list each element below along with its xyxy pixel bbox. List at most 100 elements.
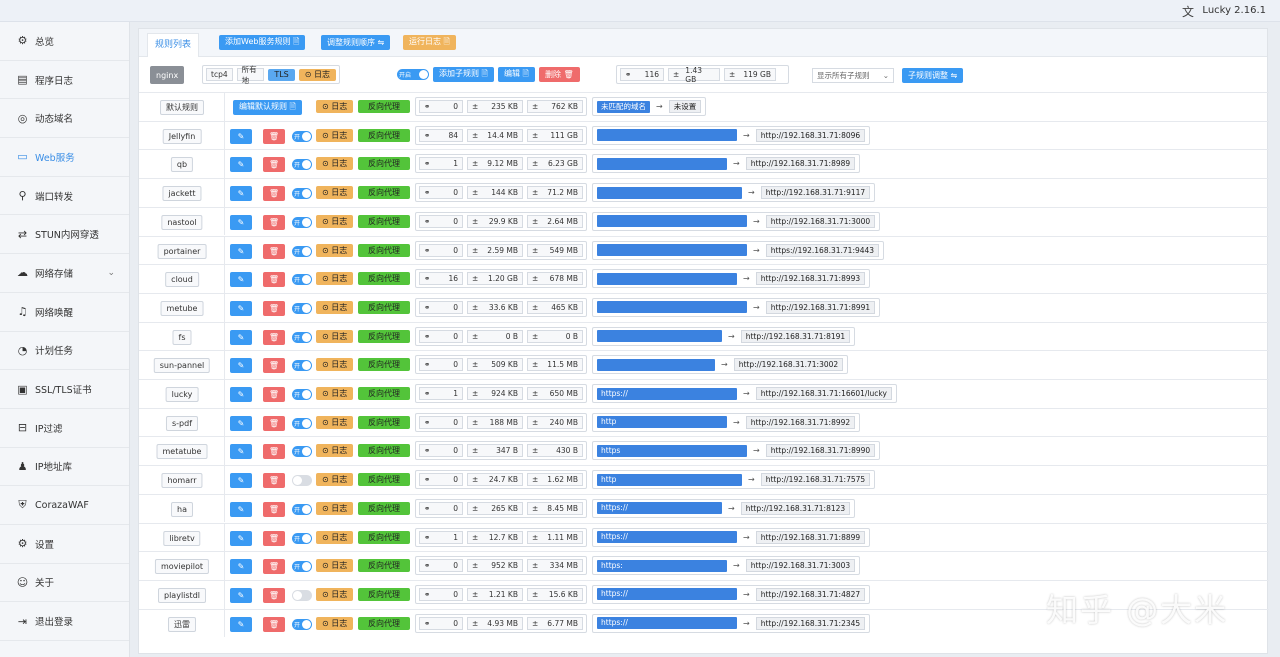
subrule-toggle[interactable]: 开 [292, 130, 312, 142]
log-button[interactable]: ⊙ 日志 [316, 128, 354, 142]
subrule-toggle[interactable]: 开 [292, 532, 312, 544]
subrule-toggle[interactable]: 开 [292, 302, 312, 314]
subrule-toggle[interactable] [292, 589, 312, 601]
trash-icon[interactable]: 🗑 [263, 616, 285, 632]
sidebar-item-6[interactable]: ☁ 网络存储 ⌄ [0, 254, 129, 293]
translate-icon[interactable]: 文 [1182, 3, 1194, 20]
edit-icon[interactable]: ✎ [230, 329, 252, 345]
trash-icon[interactable]: 🗑 [263, 157, 285, 173]
sidebar-item-2[interactable]: ◎ 动态域名 [0, 99, 129, 139]
log-button[interactable]: ⊙ 日志 [316, 272, 354, 286]
subrule-toggle[interactable]: 开 [292, 389, 312, 400]
subrule-toggle[interactable]: 开 [292, 360, 312, 372]
trash-icon[interactable]: 🗑 [263, 559, 285, 575]
log-button[interactable]: ⊙ 日志 [316, 329, 354, 343]
sidebar-item-4[interactable]: ⚲ 端口转发 [0, 177, 129, 216]
subrule-toggle[interactable]: 开 [292, 216, 312, 228]
trash-icon[interactable]: 🗑 [263, 128, 285, 144]
reorder-rules-button[interactable]: 调整规则顺序 ⇋ [321, 35, 391, 50]
add-web-rule-button[interactable]: 添加Web服务规则 🗎 [219, 35, 306, 50]
sidebar-item-11[interactable]: ♟ IP地址库 [0, 448, 129, 487]
tab-rule-list[interactable]: 规则列表 [147, 33, 200, 57]
edit-icon[interactable]: ✎ [230, 272, 252, 288]
subrule-toggle[interactable]: 开 [292, 561, 312, 573]
trash-icon[interactable]: 🗑 [263, 415, 285, 431]
log-button[interactable]: ⊙ 日志 [316, 530, 354, 544]
subrule-toggle[interactable]: 开 [292, 618, 312, 630]
edit-icon[interactable]: ✎ [230, 186, 252, 202]
delete-rule-button[interactable]: 删除 🗑 [538, 67, 580, 82]
trash-icon[interactable]: 🗑 [263, 587, 285, 603]
log-button[interactable]: ⊙ 日志 [316, 501, 354, 515]
sidebar-item-3[interactable]: ▭ Web服务 [0, 138, 129, 177]
trash-icon[interactable]: 🗑 [263, 530, 285, 546]
trash-icon[interactable]: 🗑 [263, 387, 285, 402]
edit-default-rule-button[interactable]: 编辑默认规则 🗎 [233, 100, 302, 115]
rule-enable-toggle[interactable]: 开启 [397, 69, 429, 80]
sidebar-item-15[interactable]: ⇥ 退出登录 [0, 602, 129, 641]
log-button[interactable]: ⊙ 日志 [316, 157, 354, 171]
sidebar-item-13[interactable]: ⚙ 设置 [0, 525, 129, 564]
trash-icon[interactable]: 🗑 [263, 501, 285, 517]
trash-icon[interactable]: 🗑 [263, 329, 285, 345]
trash-icon[interactable]: 🗑 [263, 473, 285, 489]
log-button[interactable]: ⊙ 日志 [316, 473, 354, 487]
sidebar-item-12[interactable]: ⛨ CorazaWAF [0, 486, 129, 525]
log-button[interactable]: ⊙ 日志 [316, 387, 354, 400]
edit-icon[interactable]: ✎ [230, 473, 252, 489]
log-button[interactable]: ⊙ 日志 [316, 214, 354, 228]
edit-icon[interactable]: ✎ [230, 501, 252, 517]
log-button[interactable]: ⊙ 日志 [316, 616, 354, 630]
trash-icon[interactable]: 🗑 [263, 358, 285, 374]
edit-icon[interactable]: ✎ [230, 415, 252, 431]
log-button[interactable]: ⊙ 日志 [316, 300, 354, 314]
sidebar-item-10[interactable]: ⊟ IP过滤 [0, 409, 129, 448]
edit-icon[interactable]: ✎ [230, 214, 252, 230]
subrule-toggle[interactable]: 开 [292, 159, 312, 171]
log-button[interactable]: ⊙ 日志 [316, 100, 354, 113]
sidebar-item-5[interactable]: ⇄ STUN内网穿透 [0, 215, 129, 255]
sidebar-item-0[interactable]: ⚙ 总览 [0, 22, 129, 61]
edit-icon[interactable]: ✎ [230, 300, 252, 316]
run-logs-button[interactable]: 运行日志 🗎 [403, 35, 456, 50]
subrule-toggle[interactable] [292, 475, 312, 487]
log-button[interactable]: ⊙ 日志 [316, 415, 354, 429]
sidebar-item-1[interactable]: ▤ 程序日志 [0, 61, 129, 100]
subrule-filter-select[interactable]: 显示所有子规则 ⌄ [812, 68, 894, 83]
edit-icon[interactable]: ✎ [230, 358, 252, 374]
subrule-toggle[interactable]: 开 [292, 417, 312, 429]
log-button[interactable]: ⊙ 日志 [316, 358, 354, 372]
header-log-button[interactable]: ⊙ 日志 [298, 68, 336, 81]
sidebar-item-8[interactable]: ◔ 计划任务 [0, 332, 129, 371]
subrule-toggle[interactable]: 开 [292, 446, 312, 458]
edit-icon[interactable]: ✎ [230, 559, 252, 575]
trash-icon[interactable]: 🗑 [263, 300, 285, 316]
sidebar-item-7[interactable]: ♫ 网络唤醒 [0, 293, 129, 332]
edit-icon[interactable]: ✎ [230, 616, 252, 632]
trash-icon[interactable]: 🗑 [263, 214, 285, 230]
sidebar-item-9[interactable]: ▣ SSL/TLS证书 [0, 370, 129, 409]
add-subrule-button[interactable]: 添加子规则 🗎 [433, 67, 494, 82]
subrule-toggle[interactable]: 开 [292, 331, 312, 343]
subrule-toggle[interactable]: 开 [292, 503, 312, 515]
edit-icon[interactable]: ✎ [230, 587, 252, 603]
trash-icon[interactable]: 🗑 [263, 186, 285, 202]
subrule-toggle[interactable]: 开 [292, 274, 312, 286]
edit-rule-button[interactable]: 编辑 🗎 [497, 67, 535, 82]
sidebar-item-14[interactable]: ☺ 关于 [0, 564, 129, 603]
log-button[interactable]: ⊙ 日志 [316, 186, 354, 200]
log-button[interactable]: ⊙ 日志 [316, 243, 354, 257]
subrule-adjust-button[interactable]: 子规则调整 ⇋ [902, 68, 964, 83]
trash-icon[interactable]: 🗑 [263, 243, 285, 259]
subrule-toggle[interactable]: 开 [292, 188, 312, 200]
edit-icon[interactable]: ✎ [230, 444, 252, 460]
edit-icon[interactable]: ✎ [230, 128, 252, 144]
log-button[interactable]: ⊙ 日志 [316, 444, 354, 458]
log-button[interactable]: ⊙ 日志 [316, 559, 354, 573]
edit-icon[interactable]: ✎ [230, 530, 252, 546]
trash-icon[interactable]: 🗑 [263, 444, 285, 460]
trash-icon[interactable]: 🗑 [263, 272, 285, 288]
edit-icon[interactable]: ✎ [230, 387, 252, 402]
edit-icon[interactable]: ✎ [230, 157, 252, 173]
subrule-toggle[interactable]: 开 [292, 245, 312, 257]
